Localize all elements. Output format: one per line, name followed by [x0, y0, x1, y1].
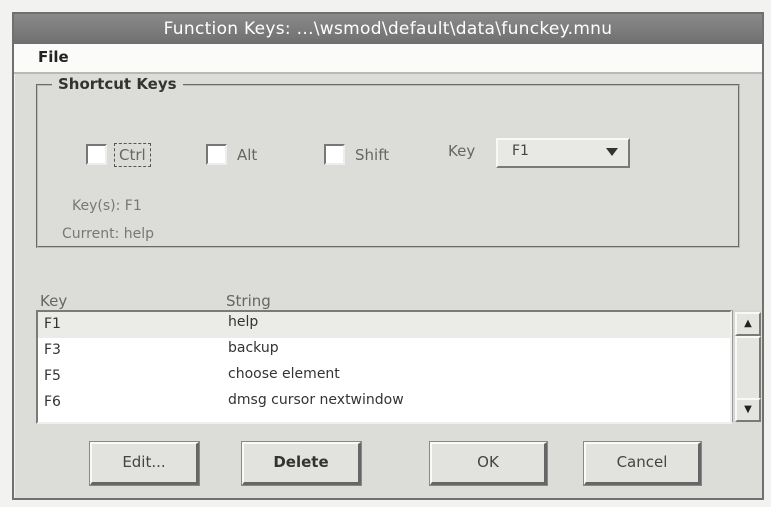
row-key: F1 — [44, 316, 61, 332]
list-scrollbar[interactable]: ▲ ▼ — [732, 310, 761, 422]
shift-label: Shift — [355, 145, 390, 164]
window-title[interactable]: Function Keys: ...\wsmod\default\data\fu… — [14, 14, 762, 44]
row-key: F6 — [44, 394, 61, 410]
scroll-down-arrow-icon[interactable]: ▼ — [735, 398, 761, 422]
row-key: F5 — [44, 368, 61, 384]
row-string: dmsg cursor nextwindow — [228, 392, 404, 408]
shortcut-keys-legend: Shortcut Keys — [52, 75, 183, 93]
menu-file[interactable]: File — [38, 48, 69, 66]
row-key: F3 — [44, 342, 61, 358]
alt-checkbox-box[interactable] — [206, 144, 227, 165]
column-header-key[interactable]: Key — [40, 292, 67, 310]
key-label: Key — [448, 142, 476, 160]
ok-button[interactable]: OK — [430, 442, 547, 485]
row-string: choose element — [228, 366, 340, 382]
edit-button[interactable]: Edit... — [90, 442, 199, 485]
list-row[interactable]: F5 choose element — [38, 364, 730, 390]
list-row[interactable]: F1 help — [38, 312, 730, 338]
key-select-value: F1 — [512, 143, 529, 159]
shift-checkbox[interactable]: Shift — [324, 144, 389, 165]
list-row[interactable]: F3 backup — [38, 338, 730, 364]
ctrl-checkbox-box[interactable] — [86, 144, 107, 165]
alt-label: Alt — [237, 145, 258, 164]
function-keys-dialog: Function Keys: ...\wsmod\default\data\fu… — [12, 12, 764, 500]
menu-bar: File — [14, 44, 762, 74]
keys-readout: Key(s): F1 — [72, 198, 142, 214]
delete-button[interactable]: Delete — [242, 442, 361, 485]
shortcut-keys-group: Shortcut Keys Ctrl Alt Shift Key F1 Key(… — [36, 75, 740, 248]
scroll-up-arrow-icon[interactable]: ▲ — [735, 312, 761, 336]
row-string: backup — [228, 340, 279, 356]
ctrl-checkbox[interactable]: Ctrl — [86, 142, 151, 167]
cancel-button[interactable]: Cancel — [584, 442, 701, 485]
row-string: help — [228, 314, 259, 330]
shift-checkbox-box[interactable] — [324, 144, 345, 165]
alt-checkbox[interactable]: Alt — [206, 144, 257, 165]
scroll-thumb[interactable] — [735, 336, 761, 400]
column-header-string[interactable]: String — [226, 292, 271, 310]
list-row[interactable]: F6 dmsg cursor nextwindow — [38, 390, 730, 416]
current-readout: Current: help — [62, 226, 155, 242]
dropdown-arrow-icon[interactable] — [606, 148, 618, 156]
key-select[interactable]: F1 — [496, 138, 630, 168]
function-key-list[interactable]: F1 help F3 backup F5 choose element F6 d… — [36, 310, 732, 424]
ctrl-label: Ctrl — [114, 142, 151, 167]
